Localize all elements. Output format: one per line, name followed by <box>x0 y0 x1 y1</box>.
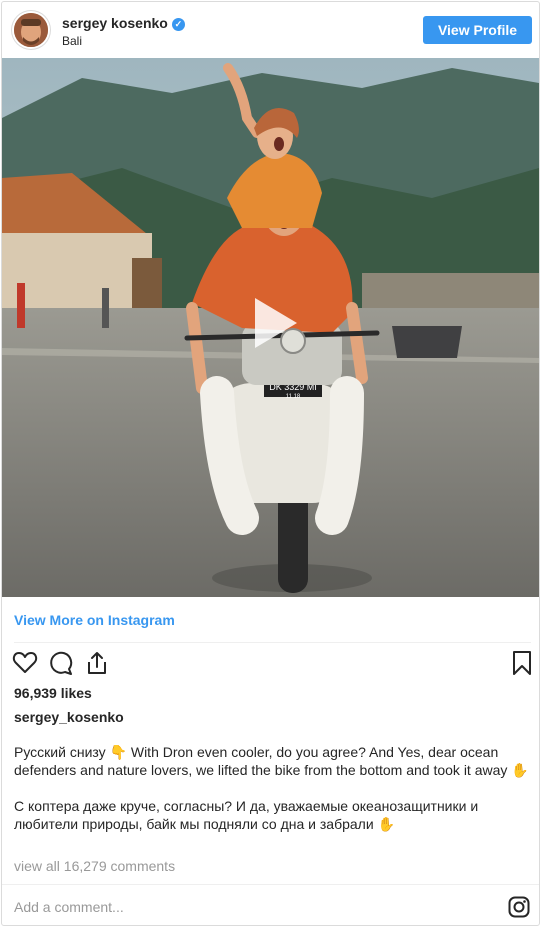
post-video[interactable]: DK 3329 MI 11 18 <box>2 58 539 597</box>
caption-english: Русский снизу 👇 With Dron even cooler, d… <box>14 744 529 778</box>
post-header: sergey kosenko ✓ Bali View Profile <box>2 2 539 58</box>
license-plate-subtext: 11 18 <box>286 394 301 400</box>
bookmark-icon[interactable] <box>509 650 535 676</box>
comment-icon[interactable] <box>48 650 74 676</box>
post-owner-username[interactable]: sergey_kosenko <box>14 709 124 725</box>
view-all-comments-link[interactable]: view all 16,279 comments <box>14 858 175 874</box>
instagram-embed-card: sergey kosenko ✓ Bali View Profile DK 33… <box>1 1 540 926</box>
verified-badge-icon: ✓ <box>171 18 185 31</box>
caption-russian: С коптера даже круче, согласны? И да, ув… <box>14 798 479 832</box>
divider <box>14 642 531 643</box>
location[interactable]: Bali <box>62 34 82 48</box>
username[interactable]: sergey kosenko ✓ <box>62 15 185 31</box>
instagram-logo-icon[interactable] <box>508 896 530 918</box>
divider <box>2 884 539 885</box>
play-icon[interactable] <box>239 290 305 356</box>
heart-icon[interactable] <box>12 650 38 676</box>
share-icon[interactable] <box>84 650 110 676</box>
view-more-link[interactable]: View More on Instagram <box>14 612 175 628</box>
view-profile-button[interactable]: View Profile <box>423 16 532 44</box>
avatar[interactable] <box>14 13 48 47</box>
add-comment-input[interactable]: Add a comment... <box>14 899 124 915</box>
likes-count[interactable]: 96,939 likes <box>14 685 92 701</box>
caption: Русский снизу 👇 With Dron even cooler, d… <box>14 743 534 833</box>
username-text: sergey kosenko <box>62 15 168 31</box>
